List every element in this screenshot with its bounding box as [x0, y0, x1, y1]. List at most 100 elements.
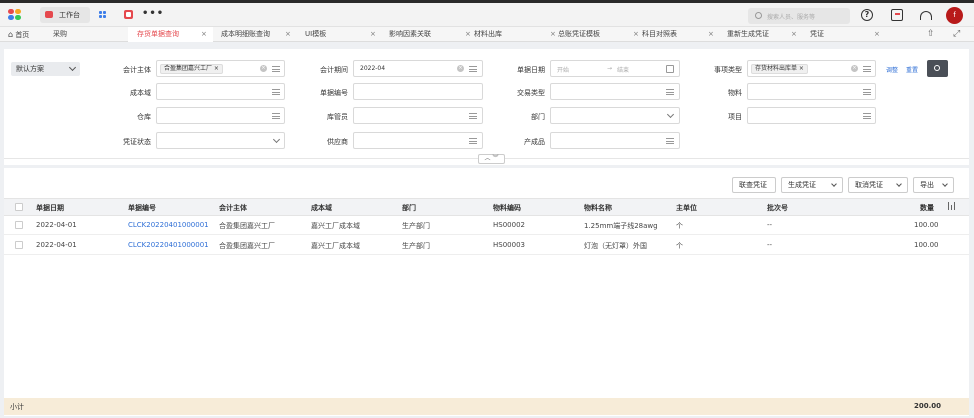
doc-no-field[interactable]	[353, 83, 483, 100]
search-button[interactable]	[927, 60, 948, 77]
tab-purchase[interactable]: 采购	[53, 27, 67, 42]
link-voucher-button[interactable]: 联查凭证	[732, 177, 776, 193]
trade-type-field[interactable]	[550, 83, 680, 100]
column-header[interactable]: 数量	[920, 203, 934, 213]
help-icon[interactable]: ?	[861, 9, 873, 21]
column-settings-icon[interactable]	[948, 202, 956, 210]
button-label: 生成凭证	[788, 181, 816, 189]
scheme-select[interactable]: 默认方案	[11, 62, 80, 76]
global-search-input[interactable]: 搜索人员、服务等	[748, 8, 850, 24]
tab-ui-template[interactable]: UI模板 ×	[305, 27, 376, 42]
table-row[interactable]: 2022-04-01 CLCK20220401000001 合盈集团嘉兴工厂 嘉…	[4, 236, 969, 255]
tab-inventory-doc-query[interactable]: 存货单据查询 ×	[128, 27, 213, 42]
list-icon[interactable]	[469, 66, 477, 72]
list-icon[interactable]	[469, 138, 477, 144]
subtotal-label: 小计	[10, 403, 24, 411]
apps-grid-icon[interactable]	[99, 11, 109, 20]
doc-date-range[interactable]: 开始 → 结束	[550, 60, 680, 77]
table-row[interactable]: 2022-04-01 CLCK20220401000001 合盈集团嘉兴工厂 嘉…	[4, 216, 969, 235]
date-separator: →	[607, 65, 613, 72]
accounting-entity-label: 会计主体	[123, 66, 151, 74]
close-icon[interactable]: ×	[633, 27, 639, 42]
list-icon[interactable]	[863, 89, 871, 95]
voucher-status-select[interactable]	[156, 132, 285, 149]
generate-voucher-button[interactable]: 生成凭证	[781, 177, 843, 193]
tab-home[interactable]: ⌂ 首页	[8, 27, 29, 42]
more-menu-button[interactable]: •••	[142, 8, 164, 19]
table-cell: HS00003	[493, 241, 525, 249]
row-checkbox[interactable]	[15, 241, 23, 249]
close-icon[interactable]: ×	[874, 27, 880, 42]
product-field[interactable]	[550, 132, 680, 149]
close-icon[interactable]: ×	[201, 27, 207, 42]
accounting-entity-field[interactable]: 合盈集团嘉兴工厂 × ×	[156, 60, 285, 77]
support-headset-icon[interactable]	[919, 9, 932, 21]
workbench-button[interactable]: 工作台	[40, 7, 90, 23]
list-icon[interactable]	[272, 89, 280, 95]
tab-gl-voucher-template[interactable]: 总账凭证模板 ×	[558, 27, 639, 42]
doc-no-link[interactable]: CLCK20220401000001	[128, 241, 209, 249]
close-icon[interactable]: ×	[465, 27, 471, 42]
material-field[interactable]	[747, 83, 876, 100]
tab-factor-relation[interactable]: 影响因素关联 ×	[389, 27, 471, 42]
cancel-voucher-button[interactable]: 取消凭证	[848, 177, 908, 193]
tab-account-mapping[interactable]: 科目对照表 ×	[642, 27, 714, 42]
clear-icon[interactable]: ×	[260, 65, 267, 72]
tab-label: 重新生成凭证	[727, 30, 769, 38]
close-icon[interactable]: ×	[550, 27, 556, 42]
dept-select[interactable]	[550, 107, 680, 124]
close-icon[interactable]: ×	[370, 27, 376, 42]
list-icon[interactable]	[863, 113, 871, 119]
column-header[interactable]: 单据日期	[36, 203, 64, 213]
list-icon[interactable]	[469, 113, 477, 119]
select-all-checkbox[interactable]	[15, 203, 23, 211]
trade-type-label: 交易类型	[517, 89, 545, 97]
list-icon[interactable]	[272, 113, 280, 119]
collapse-toggle[interactable]: ︿ ︾	[478, 154, 505, 164]
export-button[interactable]: 导出	[913, 177, 954, 193]
close-icon[interactable]: ×	[285, 27, 291, 42]
column-header[interactable]: 成本域	[311, 203, 332, 213]
warehouse-field[interactable]	[156, 107, 285, 124]
supplier-field[interactable]	[353, 132, 483, 149]
row-checkbox[interactable]	[15, 221, 23, 229]
tab-label: 采购	[53, 30, 67, 38]
tab-voucher[interactable]: 凭证 ×	[810, 27, 880, 42]
cost-domain-field[interactable]	[156, 83, 285, 100]
tab-label: 凭证	[810, 30, 824, 38]
avatar[interactable]: f	[946, 7, 963, 24]
reset-link[interactable]: 重置	[906, 65, 918, 74]
tab-material-issue[interactable]: 材料出库 ×	[474, 27, 556, 42]
item-type-field[interactable]: 存货材料出库单 × ×	[747, 60, 876, 77]
column-header[interactable]: 主单位	[676, 203, 697, 213]
tab-scroll-up-icon[interactable]: ⇧	[927, 27, 935, 42]
fullscreen-icon[interactable]: ⤢	[953, 27, 960, 42]
close-icon[interactable]: ×	[791, 27, 797, 42]
tab-regenerate-voucher[interactable]: 重新生成凭证 ×	[727, 27, 797, 42]
column-header[interactable]: 单据编号	[128, 203, 156, 213]
keeper-field[interactable]	[353, 107, 483, 124]
table-cell: 2022-04-01	[36, 241, 77, 249]
column-header[interactable]: 物料名称	[584, 203, 612, 213]
column-header[interactable]: 部门	[402, 203, 416, 213]
subtotal-value: 200.00	[914, 402, 942, 410]
list-icon[interactable]	[666, 89, 674, 95]
chevron-down-icon	[942, 181, 948, 187]
adjust-link[interactable]: 调整	[886, 65, 898, 74]
period-field[interactable]: 2022-04 ×	[353, 60, 483, 77]
material-label: 物料	[728, 89, 742, 97]
message-icon[interactable]	[891, 9, 903, 21]
list-icon[interactable]	[863, 66, 871, 72]
doc-no-link[interactable]: CLCK20220401000001	[128, 221, 209, 229]
column-header[interactable]: 批次号	[767, 203, 788, 213]
close-icon[interactable]: ×	[708, 27, 714, 42]
list-icon[interactable]	[666, 138, 674, 144]
clear-icon[interactable]: ×	[851, 65, 858, 72]
column-header[interactable]: 会计主体	[219, 203, 247, 213]
column-header[interactable]: 物料编码	[493, 203, 521, 213]
app-shortcut-icon[interactable]	[124, 10, 133, 19]
tab-cost-detail-query[interactable]: 成本明细账查询 ×	[221, 27, 291, 42]
project-field[interactable]	[747, 107, 876, 124]
list-icon[interactable]	[272, 66, 280, 72]
clear-icon[interactable]: ×	[457, 65, 464, 72]
